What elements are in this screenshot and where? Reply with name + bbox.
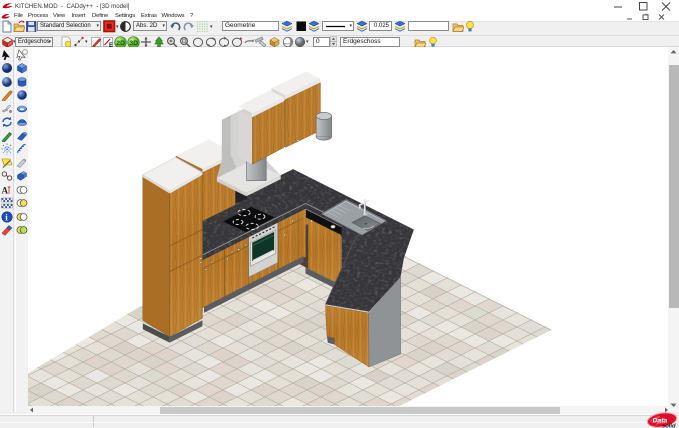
- svg-text:solid: solid: [662, 424, 676, 428]
- svg-text:A: A: [2, 185, 9, 195]
